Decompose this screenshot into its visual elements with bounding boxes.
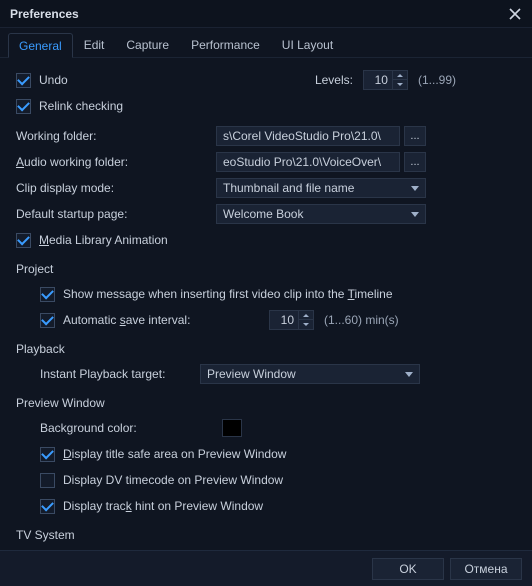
bgcolor-label: Background color: <box>40 421 222 435</box>
instant-playback-label: Instant Playback target: <box>40 367 200 381</box>
autosave-checkbox[interactable] <box>40 313 55 328</box>
tv-system-group-label: TV System <box>16 528 516 542</box>
autosave-label: Automatic save interval: <box>63 313 269 327</box>
levels-input[interactable] <box>363 70 393 90</box>
autosave-hint: (1...60) min(s) <box>324 313 399 327</box>
clip-display-select[interactable]: Thumbnail and file name <box>216 178 426 198</box>
clip-display-value: Thumbnail and file name <box>223 181 354 195</box>
show-message-checkbox[interactable] <box>40 287 55 302</box>
tab-edit[interactable]: Edit <box>73 32 116 57</box>
startup-label: Default startup page: <box>16 207 216 221</box>
audio-folder-browse-button[interactable]: ... <box>404 152 426 172</box>
track-hint-label: Display track hint on Preview Window <box>63 499 263 513</box>
relink-label: Relink checking <box>39 99 123 113</box>
startup-select[interactable]: Welcome Book <box>216 204 426 224</box>
chevron-down-icon <box>411 212 419 217</box>
levels-spinner[interactable] <box>363 70 408 90</box>
levels-hint: (1...99) <box>418 73 456 87</box>
autosave-input[interactable] <box>269 310 299 330</box>
bgcolor-swatch[interactable] <box>222 419 242 437</box>
chevron-down-icon <box>405 372 413 377</box>
relink-checkbox[interactable] <box>16 99 31 114</box>
audio-folder-input[interactable] <box>216 152 400 172</box>
working-folder-input[interactable] <box>216 126 400 146</box>
startup-value: Welcome Book <box>223 207 303 221</box>
tab-capture[interactable]: Capture <box>115 32 180 57</box>
levels-down-button[interactable] <box>393 80 407 89</box>
tab-performance[interactable]: Performance <box>180 32 271 57</box>
playback-group-label: Playback <box>16 342 516 356</box>
ok-button[interactable]: OK <box>372 558 444 580</box>
audio-folder-label: Audio working folder: <box>16 155 216 169</box>
instant-playback-select[interactable]: Preview Window <box>200 364 420 384</box>
close-button[interactable] <box>506 5 524 23</box>
tab-bar: General Edit Capture Performance UI Layo… <box>0 32 532 58</box>
autosave-up-button[interactable] <box>299 311 313 320</box>
undo-label: Undo <box>39 73 68 87</box>
window-title: Preferences <box>10 7 506 21</box>
instant-playback-value: Preview Window <box>207 367 296 381</box>
preview-window-group-label: Preview Window <box>16 396 516 410</box>
clip-display-label: Clip display mode: <box>16 181 216 195</box>
media-library-checkbox[interactable] <box>16 233 31 248</box>
autosave-spinner[interactable] <box>269 310 314 330</box>
tab-ui-layout[interactable]: UI Layout <box>271 32 344 57</box>
title-safe-checkbox[interactable] <box>40 447 55 462</box>
levels-label: Levels: <box>315 73 353 87</box>
close-icon <box>509 8 521 20</box>
show-message-label: Show message when inserting first video … <box>63 287 393 301</box>
footer: OK Отмена <box>0 550 532 586</box>
autosave-down-button[interactable] <box>299 320 313 329</box>
dv-timecode-label: Display DV timecode on Preview Window <box>63 473 283 487</box>
tab-general[interactable]: General <box>8 33 73 58</box>
levels-up-button[interactable] <box>393 71 407 80</box>
title-safe-label: Display title safe area on Preview Windo… <box>63 447 286 461</box>
content-area: Undo Levels: (1...99) Relink checking Wo… <box>0 58 532 572</box>
chevron-down-icon <box>411 186 419 191</box>
cancel-button[interactable]: Отмена <box>450 558 522 580</box>
project-group-label: Project <box>16 262 516 276</box>
working-folder-label: Working folder: <box>16 129 216 143</box>
track-hint-checkbox[interactable] <box>40 499 55 514</box>
dv-timecode-checkbox[interactable] <box>40 473 55 488</box>
undo-checkbox[interactable] <box>16 73 31 88</box>
working-folder-browse-button[interactable]: ... <box>404 126 426 146</box>
titlebar: Preferences <box>0 0 532 28</box>
media-library-label: Media Library Animation <box>39 233 168 247</box>
